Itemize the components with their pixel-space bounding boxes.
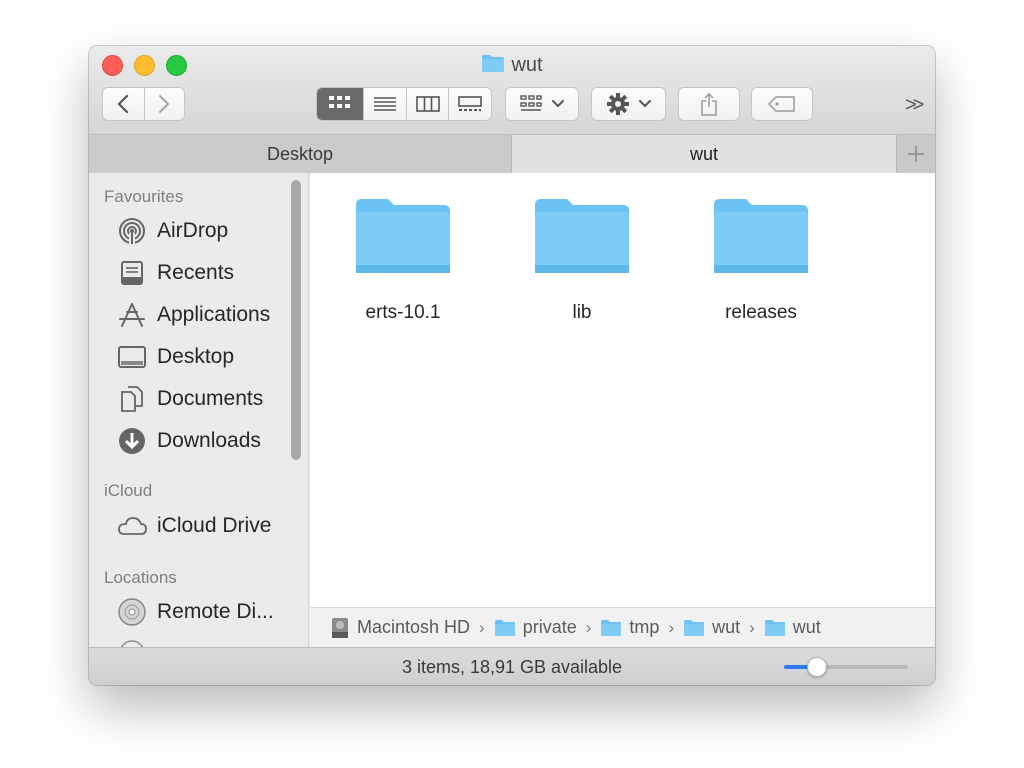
path-item-tmp[interactable]: tmp	[600, 617, 659, 638]
file-browser-content: erts-10.1 lib releases	[310, 173, 935, 607]
share-button[interactable]	[678, 87, 740, 121]
downloads-icon	[117, 426, 147, 456]
plus-icon	[908, 146, 924, 162]
folder-name: releases	[725, 302, 797, 323]
folder-icon	[600, 619, 622, 637]
view-switcher	[316, 87, 492, 121]
path-item-label: tmp	[629, 617, 660, 637]
applications-icon	[117, 300, 147, 330]
titlebar: wut >>	[89, 46, 935, 134]
window-title: wut	[89, 54, 935, 78]
chevron-down-icon	[638, 100, 651, 108]
sidebar-item-icloud-drive[interactable]: iCloud Drive	[117, 510, 271, 542]
folder-icon	[356, 199, 450, 273]
sidebar-scrollbar[interactable]	[291, 180, 301, 460]
action-button[interactable]	[591, 87, 666, 121]
navigation-group	[102, 87, 185, 121]
folder-icon	[764, 619, 786, 637]
sidebar-item-downloads[interactable]: Downloads	[117, 425, 261, 457]
share-icon	[701, 92, 717, 116]
back-button[interactable]	[103, 88, 144, 120]
path-item-label: Macintosh HD	[357, 617, 471, 637]
path-separator: ›	[749, 617, 755, 637]
folder-item[interactable]: erts-10.1	[328, 197, 478, 324]
folder-icon	[714, 199, 808, 273]
sidebar-item-label: Remote Di...	[157, 600, 274, 623]
folder-item[interactable]: lib	[507, 197, 657, 324]
documents-icon	[117, 384, 147, 414]
sidebar-heading-locations: Locations	[104, 568, 177, 587]
finder-window: wut >> Desktop wut Favourites AirDrop Re…	[89, 46, 935, 685]
sidebar-item-label: Documents	[157, 387, 264, 410]
path-item-private[interactable]: private	[494, 617, 577, 638]
status-bar: 3 items, 18,91 GB available	[89, 647, 935, 685]
list-view-icon	[374, 97, 397, 111]
sidebar-item-recents[interactable]: Recents	[117, 257, 234, 289]
chevron-right-icon	[159, 94, 170, 114]
folder-icon	[535, 199, 629, 273]
folder-name: erts-10.1	[365, 302, 441, 323]
folder-name: lib	[572, 302, 592, 323]
gallery-view-button[interactable]	[448, 88, 491, 120]
list-view-button[interactable]	[363, 88, 406, 120]
tab-desktop[interactable]: Desktop	[89, 135, 511, 173]
tab-wut[interactable]: wut	[511, 135, 897, 173]
folder-icon	[494, 619, 516, 637]
tag-button[interactable]	[751, 87, 813, 121]
path-item-label: private	[522, 617, 577, 637]
sidebar: Favourites AirDrop Recents Applications …	[89, 173, 309, 647]
toolbar-overflow-button[interactable]: >>	[905, 94, 924, 117]
sidebar-item-label: iCloud Drive	[157, 514, 272, 537]
disc-icon	[117, 597, 147, 627]
folder-item[interactable]: releases	[686, 197, 836, 324]
sidebar-item-partial[interactable]	[117, 637, 157, 647]
sidebar-item-label: Desktop	[157, 345, 235, 368]
airdrop-icon	[117, 216, 147, 246]
sidebar-item-applications[interactable]: Applications	[117, 299, 270, 331]
new-tab-button[interactable]	[897, 135, 935, 173]
sidebar-item-desktop[interactable]: Desktop	[117, 341, 234, 373]
sidebar-item-label: Downloads	[157, 429, 261, 452]
tab-bar: Desktop wut	[89, 134, 935, 174]
sidebar-item-label: AirDrop	[157, 219, 229, 242]
sidebar-heading-favourites: Favourites	[104, 187, 184, 206]
icon-view-button[interactable]	[317, 88, 364, 120]
sidebar-heading-icloud: iCloud	[104, 481, 153, 500]
path-item-wut-current[interactable]: wut	[764, 617, 821, 638]
path-separator: ›	[668, 617, 675, 637]
hard-drive-icon	[330, 617, 350, 639]
window-title-text: wut	[511, 54, 543, 76]
path-separator: ›	[585, 617, 592, 637]
path-item-label: wut	[792, 617, 821, 637]
sidebar-item-label: Applications	[157, 303, 271, 326]
recents-icon	[117, 258, 147, 288]
tag-icon	[768, 96, 795, 112]
column-view-button[interactable]	[405, 88, 449, 120]
sidebar-item-airdrop[interactable]: AirDrop	[117, 215, 228, 247]
path-item-label: wut	[712, 617, 741, 637]
network-icon	[117, 638, 147, 647]
column-view-icon	[415, 96, 440, 112]
gear-icon	[606, 93, 629, 115]
sidebar-item-label: Recents	[157, 261, 235, 284]
forward-button[interactable]	[143, 88, 185, 120]
group-by-icon	[520, 95, 542, 111]
chevron-down-icon	[552, 100, 564, 108]
folder-icon	[481, 54, 505, 78]
icon-view-icon	[329, 96, 351, 108]
group-by-button[interactable]	[505, 87, 579, 121]
desktop-icon	[117, 342, 147, 372]
sidebar-item-documents[interactable]: Documents	[117, 383, 263, 415]
cloud-icon	[117, 511, 147, 541]
path-separator: ›	[479, 617, 485, 637]
path-bar: Macintosh HD › private › tmp › wut › wut	[310, 607, 935, 647]
chevron-left-icon	[118, 94, 129, 114]
path-item-wut[interactable]: wut	[683, 617, 740, 638]
path-item-macintosh-hd[interactable]: Macintosh HD	[330, 617, 470, 639]
sidebar-item-remote-disc[interactable]: Remote Di...	[117, 596, 274, 628]
gallery-view-icon	[458, 96, 483, 111]
folder-icon	[683, 619, 705, 637]
